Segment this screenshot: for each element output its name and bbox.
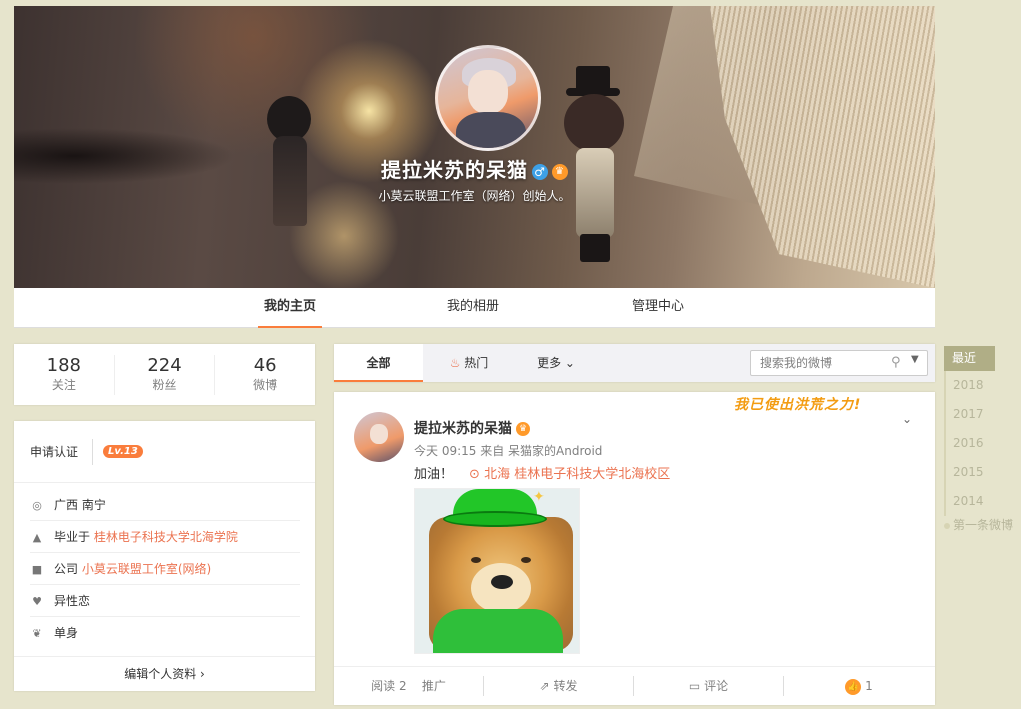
profile-cover: 提拉米苏的呆猫 ♂ ♛ 小莫云联盟工作室（网络）创始人。 [14,6,935,288]
timeline-recent[interactable]: 最近 [944,346,995,371]
stat-number: 46 [253,354,277,376]
search-icon[interactable]: ⚲ [891,355,901,370]
repost-icon: ⇗ [539,679,550,693]
stat-posts[interactable]: 46 微博 [215,355,315,395]
year-timeline: 最近 2018 2017 2016 2015 2014 第一条微博 [944,346,1016,534]
level-badge[interactable]: Lv.13 [103,445,143,458]
post-text: 加油！ ⊙ 北海 桂林电子科技大学北海校区 [414,463,670,482]
edit-profile-link[interactable]: 编辑个人资料 › [14,656,315,691]
timeline-year[interactable]: 2016 [944,429,1004,458]
comment-label: 评论 [704,679,729,693]
tab-my-home[interactable]: 我的主页 [258,288,322,328]
stat-label: 粉丝 [152,377,177,392]
stat-number: 224 [147,354,182,376]
post-card-sticker: 我已使出洪荒之力! [734,397,862,413]
stat-followers[interactable]: 224 粉丝 [115,354,216,395]
post-body: 加油！ [414,467,454,482]
feed-tab-all[interactable]: 全部 [334,344,423,382]
crown-icon[interactable]: ♛ [516,422,530,436]
stats-panel: 188 关注 224 粉丝 46 微博 [14,344,315,405]
promote-button[interactable]: 推广 [422,679,446,693]
post-location-text: 北海 桂林电子科技大学北海校区 [484,467,671,482]
search-placeholder: 搜索我的微博 [760,356,833,370]
tab-my-album[interactable]: 我的相册 [441,288,505,328]
fire-icon: ♨ [449,356,461,370]
briefcase-icon: ■ [31,563,43,576]
info-text: 公司 [54,562,82,576]
info-text: 单身 [54,626,79,640]
timeline-dot [944,522,950,529]
stat-number: 188 [46,354,82,376]
green-shirt [433,609,563,653]
feed-search[interactable]: 搜索我的微博 ⚲ ▼ [750,350,928,376]
comment-button[interactable]: ▭ 评论 [634,676,784,696]
read-count: 阅读 2 [371,679,407,693]
stat-following[interactable]: 188 关注 [14,354,115,395]
comment-icon: ▭ [688,679,701,693]
profile-nav: 我的主页 我的相册 管理中心 [14,288,935,328]
hearts-icon: ❦ [32,627,42,640]
info-education: ▲ 毕业于 桂林电子科技大学北海学院 [30,521,300,553]
like-button[interactable]: 👍 1 [784,676,934,696]
feed-tab-hot-label: 热门 [464,356,489,370]
timeline-year[interactable]: 2017 [944,400,1004,429]
profile-avatar[interactable] [435,45,541,151]
info-text: 广西 南宁 [54,498,106,512]
post-location[interactable]: ⊙ 北海 桂林电子科技大学北海校区 [469,467,670,482]
post-menu-chevron-icon[interactable]: ⌄ [902,412,912,426]
school-link[interactable]: 桂林电子科技大学北海学院 [94,530,238,544]
post-author-name[interactable]: 提拉米苏的呆猫 [414,421,512,437]
post-image[interactable]: ✦ [414,488,580,654]
profile-name-text: 提拉米苏的呆猫 [381,158,528,182]
male-icon: ♂ [532,163,548,180]
post-meta: 今天 09:15 来自 呆猫家的Android [414,444,603,458]
info-orientation: ♥ 异性恋 [30,585,300,617]
apply-verification-link[interactable]: 申请认证 [30,438,94,465]
info-company: ■ 公司 小莫云联盟工作室(网络) [30,553,300,585]
crown-icon[interactable]: ♛ [552,163,568,180]
feed-filter-bar: 全部 ♨ 热门 更多 ⌄ 搜索我的微博 ⚲ ▼ [334,344,935,382]
timeline-first-label: 第一条微博 [953,518,1014,532]
info-text: 毕业于 [54,530,94,544]
verification-row: 申请认证 Lv.13 [14,421,315,483]
timeline-year[interactable]: 2015 [944,458,1004,487]
chevron-down-icon[interactable]: ▼ [911,354,919,365]
location-pin-icon: ⊙ [469,467,480,482]
post-avatar[interactable] [354,412,404,462]
stat-label: 微博 [253,377,278,392]
like-count: 1 [865,679,873,693]
profile-name: 提拉米苏的呆猫 ♂ ♛ [14,154,935,183]
graduation-cap-icon: ▲ [32,531,42,544]
location-icon: ◎ [32,499,42,512]
post-stats: 阅读 2 推广 [334,676,484,696]
repost-button[interactable]: ⇗ 转发 [484,676,634,696]
profile-description: 小莫云联盟工作室（网络）创始人。 [378,189,571,203]
timeline-first-post[interactable]: 第一条微博 [944,516,1016,534]
profile-info-panel: 申请认证 Lv.13 ◎ 广西 南宁 ▲ 毕业于 桂林电子科技大学北海学院 ■ 公司 … [14,421,315,691]
repost-label: 转发 [553,679,578,693]
timeline-year[interactable]: 2014 [944,487,1004,516]
feed-tab-more[interactable]: 更多 ⌄ [526,344,586,382]
feed-tab-hot[interactable]: ♨ 热门 [434,344,504,382]
info-location: ◎ 广西 南宁 [30,489,300,521]
info-text: 异性恋 [54,594,91,608]
heart-icon: ♥ [32,595,42,608]
post-card: 我已使出洪荒之力! ⌄ 提拉米苏的呆猫 ♛ 今天 09:15 来自 呆猫家的And… [334,392,935,705]
stat-label: 关注 [51,377,76,392]
green-hat-brim [443,511,547,527]
post-author[interactable]: 提拉米苏的呆猫 ♛ [414,418,530,438]
timeline-year[interactable]: 2018 [944,371,1004,400]
tab-management[interactable]: 管理中心 [626,288,690,328]
sparkle-icon: ✦ [533,489,545,505]
post-actions: 阅读 2 推广 ⇗ 转发 ▭ 评论 👍 1 [334,666,935,705]
like-icon: 👍 [845,678,862,695]
info-relationship: ❦ 单身 [30,617,300,649]
company-link[interactable]: 小莫云联盟工作室(网络) [82,562,211,576]
